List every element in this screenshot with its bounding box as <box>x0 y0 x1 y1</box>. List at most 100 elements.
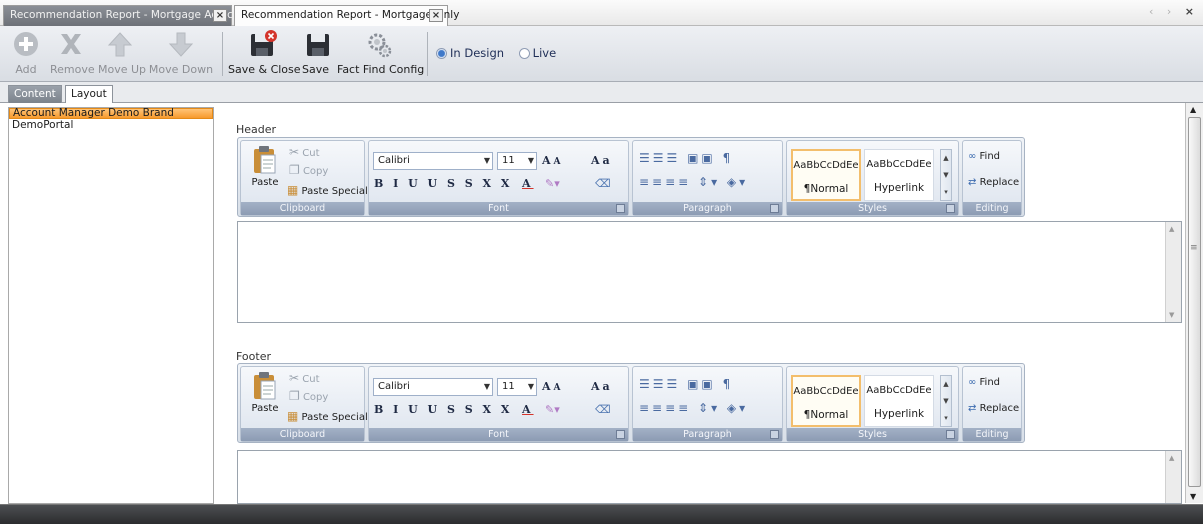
clear-format-icon[interactable]: ⌫ <box>595 403 611 416</box>
clear-format-icon[interactable]: ⌫ <box>595 177 611 190</box>
style-hyperlink[interactable]: AaBbCcDdEe Hyperlink <box>864 375 934 427</box>
font-dialog-launcher-icon[interactable] <box>616 430 625 439</box>
replace-button[interactable]: ⇄ Replace <box>968 177 1019 188</box>
find-button[interactable]: ∞ Find <box>968 151 1000 162</box>
list-item[interactable]: DemoPortal <box>9 119 213 132</box>
font-color-button[interactable]: A <box>522 400 534 419</box>
replace-label: Replace <box>979 177 1020 188</box>
remove-button[interactable]: Remove <box>50 29 95 79</box>
copy-icon: ❐ <box>289 389 300 403</box>
live-radio[interactable]: Live <box>518 46 556 60</box>
font-size-select[interactable]: 11 ▼ <box>497 152 537 170</box>
cut-button[interactable]: ✂ Cut <box>289 145 320 159</box>
change-case-button[interactable]: Aa <box>591 151 613 170</box>
grow-font-icon[interactable]: A <box>542 154 554 167</box>
styles-scroll[interactable]: ▲ ▼ ▾ <box>940 375 952 427</box>
mode-radio-group: In Design Live <box>436 46 556 60</box>
style-name: ¶Normal <box>803 183 849 195</box>
copy-button[interactable]: ❐ Copy <box>289 389 328 403</box>
cut-label: Cut <box>302 148 320 159</box>
paragraph-dialog-launcher-icon[interactable] <box>770 204 779 213</box>
format-buttons[interactable]: B I U U S S X X <box>374 400 512 419</box>
save-button[interactable]: Save <box>302 29 329 79</box>
scroll-thumb[interactable] <box>1188 117 1201 487</box>
paste-special-label: Paste Special <box>301 412 368 423</box>
move-up-button[interactable]: Move Up <box>98 29 146 79</box>
paste-special-button[interactable]: ▦ Paste Special <box>287 409 368 423</box>
page-scrollbar[interactable]: ▲ ≡ ▼ <box>1185 103 1203 503</box>
header-editor-scrollbar[interactable]: ▲ ▼ <box>1165 222 1181 322</box>
font-size-buttons[interactable]: AA <box>542 151 564 170</box>
find-button[interactable]: ∞ Find <box>968 377 1000 388</box>
cut-button[interactable]: ✂ Cut <box>289 371 320 385</box>
chevron-left-icon[interactable]: ‹ <box>1149 5 1158 18</box>
font-dialog-launcher-icon[interactable] <box>616 204 625 213</box>
style-normal[interactable]: AaBbCcDdEe ¶Normal <box>791 375 861 427</box>
align-buttons[interactable]: ≡≡≡≡ ⇕▾ ◈▾ <box>639 175 748 189</box>
paste-special-button[interactable]: ▦ Paste Special <box>287 183 368 197</box>
font-caption: Font <box>369 428 628 441</box>
format-buttons[interactable]: B I U U S S X X <box>374 174 512 193</box>
paste-button[interactable]: Paste <box>245 145 285 188</box>
style-name: Hyperlink <box>873 408 925 420</box>
font-group: Calibri ▼ 11 ▼ AA Aa B I U U S S X X A ✎▾ … <box>368 366 629 442</box>
clipboard-icon <box>254 372 276 400</box>
font-name-select[interactable]: Calibri ▼ <box>373 378 493 396</box>
scroll-down-icon[interactable]: ▼ <box>1190 492 1196 501</box>
replace-button[interactable]: ⇄ Replace <box>968 403 1019 414</box>
header-editor[interactable]: ▲ ▼ <box>237 221 1182 323</box>
arrow-down-icon <box>168 32 194 57</box>
editing-group: ∞ Find ⇄ Replace Editing <box>962 366 1022 442</box>
header-section-label: Header <box>236 123 277 136</box>
font-size-buttons[interactable]: AA <box>542 377 564 396</box>
paste-special-icon: ▦ <box>287 183 299 197</box>
scroll-down-icon[interactable]: ▼ <box>1169 311 1174 319</box>
align-buttons[interactable]: ≡≡≡≡ ⇕▾ ◈▾ <box>639 401 748 415</box>
close-icon[interactable]: × <box>429 9 443 22</box>
grow-font-icon[interactable]: A <box>542 380 554 393</box>
close-all-icon[interactable]: × <box>1185 5 1199 18</box>
shrink-font-icon[interactable]: A <box>554 157 564 167</box>
fact-find-config-button[interactable]: Fact Find Config <box>337 29 424 79</box>
pilcrow-icon[interactable]: ¶ <box>723 151 734 165</box>
chevron-right-icon[interactable]: › <box>1167 5 1176 18</box>
toolbar-separator <box>427 32 428 76</box>
font-size-select[interactable]: 11 ▼ <box>497 378 537 396</box>
tab-mortgage-advice[interactable]: Recommendation Report - Mortgage Advice … <box>3 5 239 26</box>
tab-mortgage-only[interactable]: Recommendation Report - Mortgage Only × <box>234 5 459 26</box>
font-color-button[interactable]: A <box>522 174 534 193</box>
copy-button[interactable]: ❐ Copy <box>289 163 328 177</box>
paste-button[interactable]: Paste <box>245 371 285 414</box>
tab-layout[interactable]: Layout <box>65 85 113 103</box>
in-design-radio[interactable]: In Design <box>436 46 504 60</box>
list-buttons[interactable]: ☰☰☰ ▣▣ ¶ <box>639 377 733 391</box>
paragraph-group: ☰☰☰ ▣▣ ¶ ≡≡≡≡ ⇕▾ ◈▾ Paragraph <box>632 140 783 216</box>
shrink-font-icon[interactable]: A <box>554 383 564 393</box>
font-name-select[interactable]: Calibri ▼ <box>373 152 493 170</box>
editing-group: ∞ Find ⇄ Replace Editing <box>962 140 1022 216</box>
close-icon[interactable]: × <box>213 9 227 22</box>
scroll-up-icon[interactable]: ▲ <box>1169 454 1174 462</box>
styles-scroll[interactable]: ▲ ▼ ▾ <box>940 149 952 201</box>
list-buttons[interactable]: ☰☰☰ ▣▣ ¶ <box>639 151 733 165</box>
highlight-icon[interactable]: ✎▾ <box>545 177 560 190</box>
footer-editor[interactable]: ▲ <box>237 450 1182 504</box>
add-button[interactable]: Add <box>10 29 42 79</box>
pilcrow-icon[interactable]: ¶ <box>723 377 734 391</box>
list-item[interactable]: Account Manager Demo Brand <box>9 108 213 119</box>
save-close-button[interactable]: Save & Close <box>228 29 301 79</box>
copy-icon: ❐ <box>289 163 300 177</box>
scroll-up-icon[interactable]: ▲ <box>1169 225 1174 233</box>
highlight-icon[interactable]: ✎▾ <box>545 403 560 416</box>
scroll-up-icon[interactable]: ▲ <box>1190 105 1196 114</box>
styles-dialog-launcher-icon[interactable] <box>946 430 955 439</box>
paragraph-dialog-launcher-icon[interactable] <box>770 430 779 439</box>
move-down-button[interactable]: Move Down <box>146 29 216 79</box>
tab-content[interactable]: Content <box>8 85 62 103</box>
style-normal[interactable]: AaBbCcDdEe ¶Normal <box>791 149 861 201</box>
styles-dialog-launcher-icon[interactable] <box>946 204 955 213</box>
change-case-button[interactable]: Aa <box>591 377 613 396</box>
style-hyperlink[interactable]: AaBbCcDdEe Hyperlink <box>864 149 934 201</box>
find-label: Find <box>979 377 1001 388</box>
footer-editor-scrollbar[interactable]: ▲ <box>1165 451 1181 503</box>
